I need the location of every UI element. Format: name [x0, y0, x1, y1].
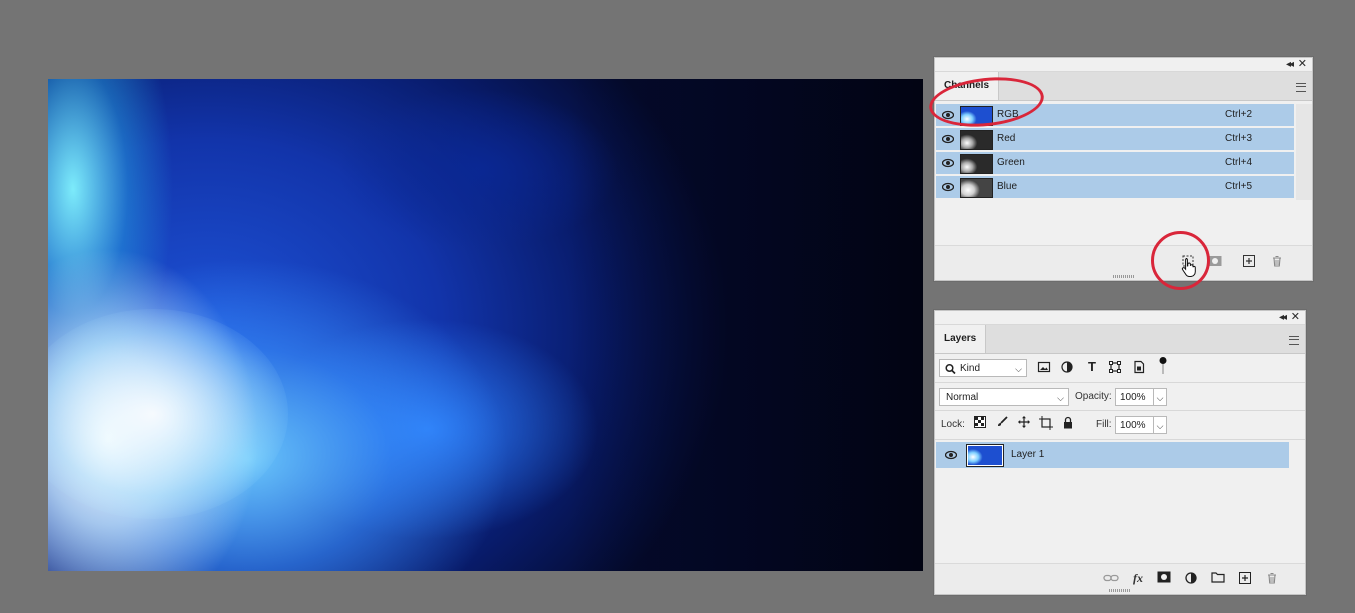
filter-kind-label: Kind — [960, 363, 981, 374]
channel-name: Red — [997, 133, 1016, 144]
link-icon[interactable] — [1103, 571, 1119, 585]
layer-thumbnail — [966, 444, 1004, 467]
layers-footer: fx — [935, 563, 1305, 594]
channels-footer — [935, 245, 1312, 280]
smart-object-filter-icon[interactable] — [1132, 360, 1146, 374]
channel-row-red[interactable]: Red Ctrl+3 — [936, 128, 1294, 150]
folder-icon[interactable] — [1211, 571, 1225, 585]
panel-menu-icon[interactable] — [1289, 336, 1299, 345]
shape-layer-filter-icon[interactable] — [1108, 360, 1122, 374]
channel-shortcut: Ctrl+3 — [1225, 133, 1252, 144]
resize-grip[interactable] — [1113, 275, 1135, 278]
canvas-dark-area — [568, 79, 923, 571]
eye-icon[interactable] — [942, 157, 954, 169]
panel-menu-icon[interactable] — [1296, 83, 1306, 92]
panel-header-bar: ◂◂ ✕ — [935, 311, 1305, 325]
channel-row-blue[interactable]: Blue Ctrl+5 — [936, 176, 1294, 198]
lock-transparent-pixels-icon[interactable] — [973, 416, 987, 430]
fill-input[interactable]: 100% — [1115, 416, 1155, 434]
chevron-down-icon: ⌵ — [1057, 393, 1064, 403]
new-layer-icon[interactable] — [1238, 571, 1252, 585]
channel-shortcut: Ctrl+5 — [1225, 181, 1252, 192]
layers-panel: ◂◂ ✕ Layers Kind ⌵ T Normal ⌵ Opacity: 1… — [934, 310, 1306, 595]
lock-position-icon[interactable] — [1017, 416, 1031, 430]
channel-name: Blue — [997, 181, 1018, 192]
eye-icon[interactable] — [942, 181, 954, 193]
trash-icon[interactable] — [1270, 254, 1284, 268]
mask-icon[interactable] — [1157, 571, 1171, 585]
filter-kind-select[interactable]: Kind ⌵ — [939, 359, 1027, 377]
channel-row-green[interactable]: Green Ctrl+4 — [936, 152, 1294, 174]
lock-row: Lock: Fill: 100% ⌵ — [935, 411, 1305, 440]
search-icon — [945, 360, 956, 385]
blend-mode-value: Normal — [946, 392, 979, 403]
adjustment-icon[interactable] — [1184, 571, 1198, 585]
trash-icon[interactable] — [1265, 571, 1279, 585]
hand-cursor-icon — [1181, 257, 1197, 277]
type-layer-filter-icon[interactable]: T — [1085, 360, 1099, 374]
save-selection-icon[interactable] — [1208, 255, 1222, 269]
channel-shortcut: Ctrl+4 — [1225, 157, 1252, 168]
channel-thumbnail — [960, 178, 993, 198]
eye-icon[interactable] — [942, 133, 954, 145]
lock-label: Lock: — [941, 419, 965, 430]
lock-all-icon[interactable] — [1061, 416, 1075, 430]
layers-tabbar: Layers — [935, 325, 1305, 354]
channel-thumbnail — [960, 154, 993, 174]
layer-row[interactable]: Layer 1 — [936, 442, 1289, 468]
canvas-light-glow — [48, 309, 288, 519]
eye-icon[interactable] — [945, 449, 957, 461]
opacity-label: Opacity: — [1075, 391, 1112, 402]
blend-mode-select[interactable]: Normal ⌵ — [939, 388, 1069, 406]
pixel-layer-filter-icon[interactable] — [1037, 360, 1051, 374]
collapse-panel-icon[interactable]: ◂◂ — [1279, 311, 1287, 324]
collapse-panel-icon[interactable]: ◂◂ — [1286, 58, 1294, 71]
lock-artboard-icon[interactable] — [1039, 416, 1053, 430]
fill-label: Fill: — [1096, 419, 1112, 430]
fx-icon[interactable]: fx — [1131, 571, 1145, 585]
filter-toggle-icon[interactable] — [1156, 356, 1170, 374]
document-canvas[interactable] — [48, 79, 923, 571]
layer-filter-row: Kind ⌵ T — [935, 354, 1305, 383]
channel-thumbnail — [960, 130, 993, 150]
fill-dropdown-icon[interactable]: ⌵ — [1153, 416, 1167, 434]
chevron-down-icon: ⌵ — [1015, 364, 1022, 374]
channel-name: Green — [997, 157, 1025, 168]
channel-list-scrollbar[interactable] — [1296, 104, 1312, 200]
panel-header-bar: ◂◂ ✕ — [935, 58, 1312, 72]
close-icon[interactable]: ✕ — [1298, 58, 1307, 71]
tab-layers[interactable]: Layers — [935, 325, 987, 353]
blend-row: Normal ⌵ Opacity: 100% ⌵ — [935, 384, 1305, 411]
close-icon[interactable]: ✕ — [1291, 311, 1300, 324]
new-channel-icon[interactable] — [1242, 254, 1256, 268]
adjustment-layer-filter-icon[interactable] — [1060, 360, 1074, 374]
opacity-dropdown-icon[interactable]: ⌵ — [1153, 388, 1167, 406]
channel-shortcut: Ctrl+2 — [1225, 109, 1252, 120]
layer-name[interactable]: Layer 1 — [1011, 442, 1044, 468]
resize-grip[interactable] — [1109, 589, 1131, 592]
lock-image-pixels-icon[interactable] — [995, 416, 1009, 430]
opacity-input[interactable]: 100% — [1115, 388, 1155, 406]
